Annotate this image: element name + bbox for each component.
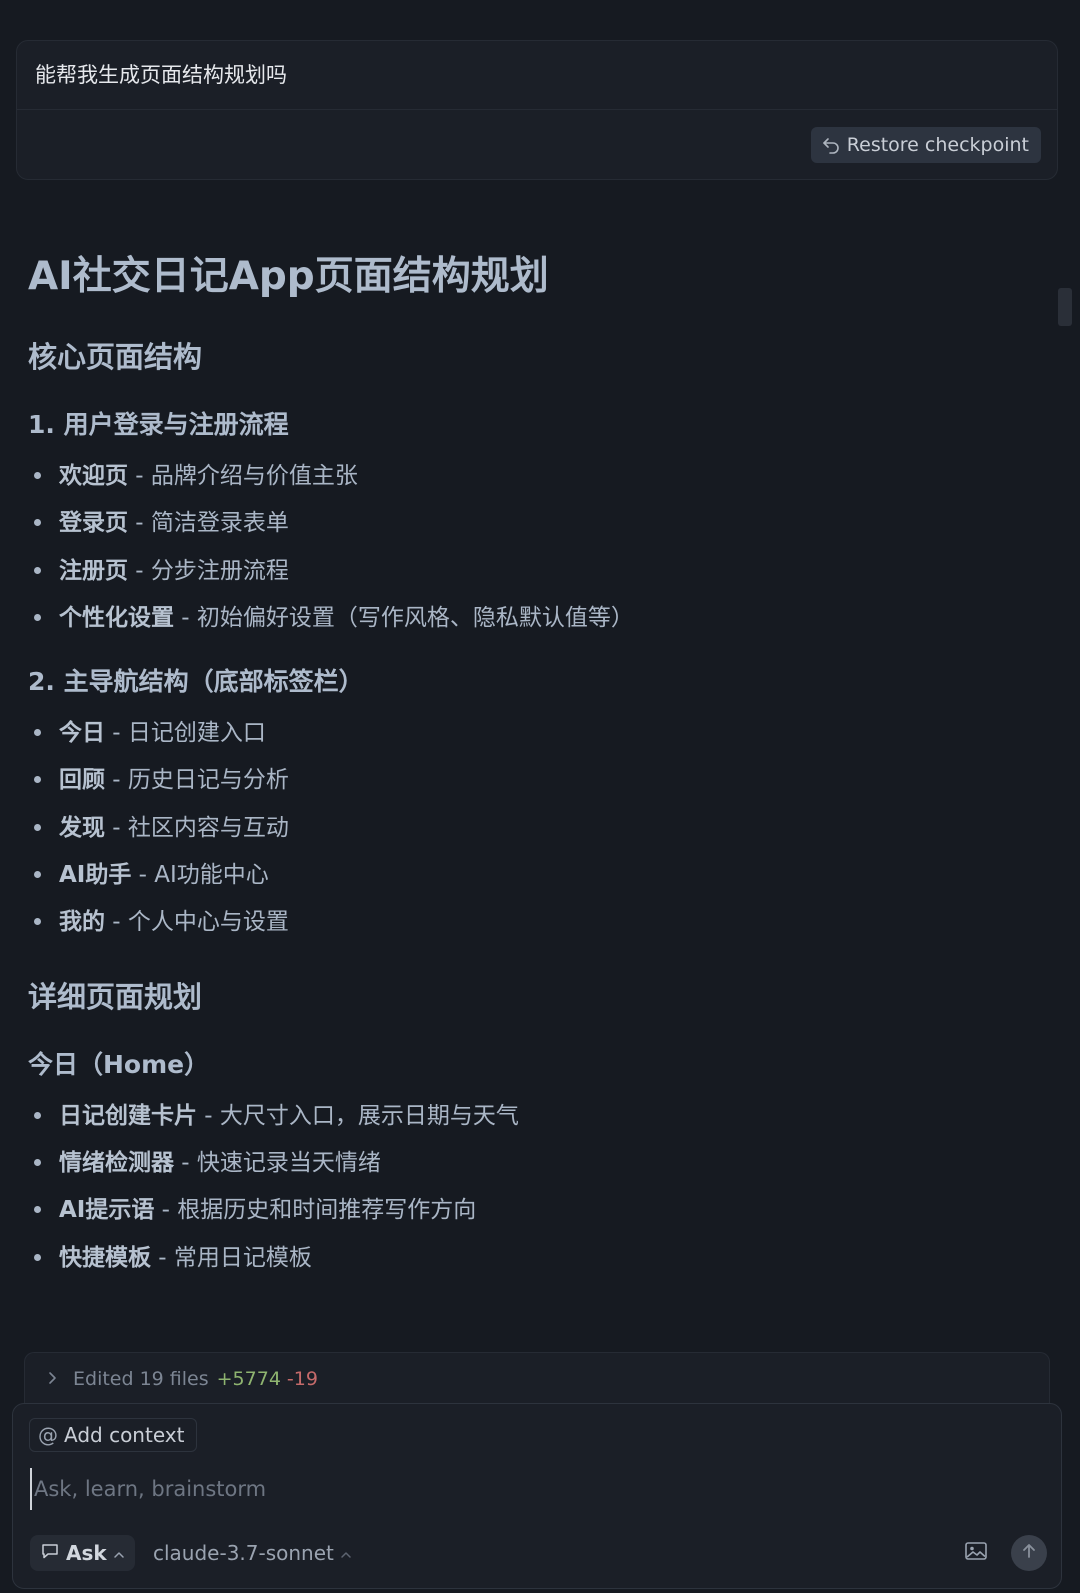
chevron-up-icon <box>113 1541 125 1565</box>
item-desc: - 历史日记与分析 <box>105 767 289 794</box>
item-term: 日记创建卡片 <box>59 1102 197 1129</box>
additions-count: +5774 <box>216 1367 281 1390</box>
section-heading: 详细页面规划 <box>28 979 203 1014</box>
prompt-input[interactable] <box>30 1468 936 1510</box>
bullet-icon <box>34 1158 41 1166</box>
chat-panel: 能帮我生成页面结构规划吗 Restore checkpoint AI社交日记Ap… <box>0 0 1080 1593</box>
model-label: claude-3.7-sonnet <box>153 1541 334 1565</box>
item-desc: - 常用日记模板 <box>151 1244 312 1271</box>
list-item: 情绪检测器 - 快速记录当天情绪 <box>28 1140 1028 1187</box>
bullet-list: 日记创建卡片 - 大尺寸入口，展示日期与天气 情绪检测器 - 快速记录当天情绪 … <box>28 1093 1028 1282</box>
chevron-right-icon[interactable] <box>47 1368 59 1390</box>
restore-checkpoint-button[interactable]: Restore checkpoint <box>810 127 1041 163</box>
bullet-icon <box>34 472 41 479</box>
item-term: 注册页 <box>59 557 128 584</box>
list-item: 登录页 - 简洁登录表单 <box>28 500 1028 547</box>
item-term: 欢迎页 <box>59 463 128 489</box>
item-desc: - 日记创建入口 <box>105 720 266 747</box>
subsection-heading: 1. 用户登录与注册流程 <box>28 410 289 439</box>
list-item: 欢迎页 - 品牌介绍与价值主张 <box>28 453 1028 500</box>
bullet-icon <box>34 566 41 574</box>
item-desc: - 大尺寸入口，展示日期与天气 <box>197 1102 519 1129</box>
model-selector[interactable]: claude-3.7-sonnet <box>153 1535 352 1571</box>
item-desc: - 初始偏好设置（写作风格、隐私默认值等） <box>174 604 634 631</box>
chat-bubble-icon <box>40 1541 60 1566</box>
item-term: 登录页 <box>59 510 128 537</box>
item-term: AI助手 <box>59 862 132 889</box>
subsection-heading: 2. 主导航结构（底部标签栏） <box>28 667 364 697</box>
bullet-icon <box>34 729 41 737</box>
composer: @ Add context Ask claude-3.7-sonnet <box>12 1403 1062 1589</box>
send-button[interactable] <box>1011 1535 1047 1571</box>
list-item: 我的 - 个人中心与设置 <box>28 899 1028 946</box>
undo-arrow-icon <box>821 135 841 155</box>
bullet-icon <box>34 918 41 926</box>
scrollbar-thumb[interactable] <box>1058 288 1072 326</box>
arrow-up-icon <box>1020 1542 1038 1564</box>
bullet-icon <box>34 1206 41 1214</box>
list-item: 日记创建卡片 - 大尺寸入口，展示日期与天气 <box>28 1093 1028 1140</box>
list-item: 回顾 - 历史日记与分析 <box>28 757 1028 804</box>
item-desc: - 个人中心与设置 <box>105 909 289 936</box>
user-message-text: 能帮我生成页面结构规划吗 <box>35 63 287 87</box>
bullet-icon <box>34 823 41 831</box>
list-item: AI提示语 - 根据历史和时间推荐写作方向 <box>28 1187 1028 1234</box>
mode-label: Ask <box>66 1541 107 1565</box>
item-term: 个性化设置 <box>59 604 174 631</box>
item-term: 发现 <box>59 814 105 841</box>
item-desc: - 分步注册流程 <box>128 557 289 584</box>
at-icon: @ <box>38 1423 58 1447</box>
item-term: 快捷模板 <box>59 1244 151 1271</box>
bullet-icon <box>34 519 41 527</box>
bullet-icon <box>34 1111 41 1119</box>
add-context-button[interactable]: @ Add context <box>29 1418 198 1452</box>
bullet-list: 欢迎页 - 品牌介绍与价值主张 登录页 - 简洁登录表单 注册页 - 分步注册流… <box>28 453 1028 642</box>
list-item: 注册页 - 分步注册流程 <box>28 548 1028 595</box>
chevron-up-icon <box>340 1541 352 1565</box>
item-term: 情绪检测器 <box>59 1149 174 1176</box>
doc-title: AI社交日记App页面结构规划 <box>28 254 549 299</box>
image-icon <box>964 1540 988 1566</box>
subsection-heading: 今日（Home） <box>28 1049 210 1079</box>
item-desc: - 根据历史和时间推荐写作方向 <box>154 1197 477 1224</box>
edited-files-label: Edited 19 files <box>73 1367 209 1390</box>
bullet-list: 今日 - 日记创建入口 回顾 - 历史日记与分析 发现 - 社区内容与互动 AI… <box>28 710 1028 946</box>
deletions-count: -19 <box>286 1367 318 1390</box>
assistant-response: AI社交日记App页面结构规划 核心页面结构 1. 用户登录与注册流程 欢迎页 … <box>28 250 1028 1282</box>
list-item: 发现 - 社区内容与互动 <box>28 805 1028 852</box>
bullet-icon <box>34 871 41 879</box>
section-heading: 核心页面结构 <box>28 340 203 374</box>
list-item: 个性化设置 - 初始偏好设置（写作风格、隐私默认值等） <box>28 595 1028 642</box>
user-message-card: 能帮我生成页面结构规划吗 Restore checkpoint <box>16 40 1058 180</box>
item-desc: - 品牌介绍与价值主张 <box>128 463 358 489</box>
list-item: 今日 - 日记创建入口 <box>28 710 1028 757</box>
item-term: 回顾 <box>59 767 105 794</box>
restore-checkpoint-label: Restore checkpoint <box>846 134 1029 156</box>
item-desc: - 简洁登录表单 <box>128 510 289 537</box>
mode-selector-button[interactable]: Ask <box>30 1535 135 1571</box>
item-term: 今日 <box>59 720 105 747</box>
bullet-icon <box>34 1253 41 1261</box>
bullet-icon <box>34 613 41 621</box>
item-desc: - AI功能中心 <box>131 862 269 889</box>
divider <box>17 109 1057 110</box>
item-desc: - 社区内容与互动 <box>105 814 289 841</box>
list-item: AI助手 - AI功能中心 <box>28 852 1028 899</box>
add-context-label: Add context <box>64 1423 185 1447</box>
item-term: AI提示语 <box>59 1197 155 1224</box>
item-term: 我的 <box>59 909 105 936</box>
list-item: 快捷模板 - 常用日记模板 <box>28 1235 1028 1282</box>
item-desc: - 快速记录当天情绪 <box>174 1149 381 1176</box>
bullet-icon <box>34 776 41 784</box>
edited-files-bar[interactable]: Edited 19 files +5774 -19 <box>24 1352 1050 1404</box>
attach-image-button[interactable] <box>961 1538 991 1568</box>
